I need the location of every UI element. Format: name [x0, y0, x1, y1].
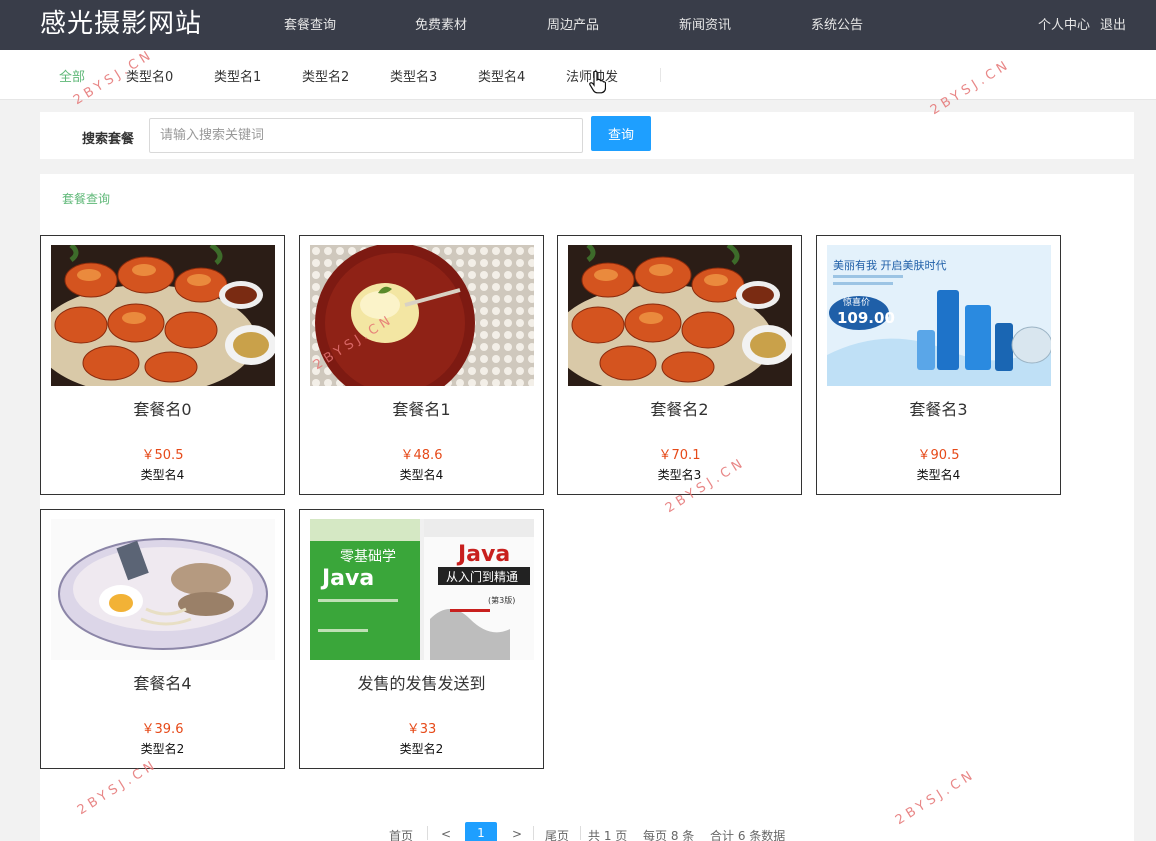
category-type4[interactable]: 类型名4: [478, 66, 525, 85]
nav-news[interactable]: 新闻资讯: [679, 14, 731, 33]
package-name[interactable]: 套餐名0: [41, 396, 284, 420]
nav-package-query[interactable]: 套餐查询: [284, 14, 336, 33]
pagination-divider: [580, 826, 581, 840]
pagination-total: 合计 6 条数据: [710, 829, 786, 841]
search-input[interactable]: [149, 118, 583, 153]
category-divider: [660, 68, 661, 82]
package-price: ￥50.5: [141, 448, 184, 463]
hand-cursor-icon: [589, 70, 606, 94]
package-image-crabs[interactable]: [51, 245, 275, 386]
category-type0[interactable]: 类型名0: [126, 66, 173, 85]
package-card[interactable]: 套餐名2 ￥70.1 类型名3: [557, 235, 802, 495]
pagination-current[interactable]: 1: [465, 822, 497, 841]
pagination-first[interactable]: 首页: [389, 827, 413, 841]
package-card[interactable]: 套餐名0 ￥50.5 类型名4: [40, 235, 285, 495]
pagination-divider: [533, 826, 534, 840]
package-type: 类型名3: [657, 468, 702, 482]
cosmetics-ad-price: 109.00: [837, 309, 895, 327]
package-name[interactable]: 套餐名2: [558, 396, 801, 420]
user-area: 个人中心 退出: [1038, 14, 1126, 33]
nav-free-materials[interactable]: 免费素材: [415, 14, 467, 33]
nav-announcements[interactable]: 系统公告: [811, 14, 863, 33]
package-image-books[interactable]: 零基础学 Java Java 从入门到精通 (第3版): [310, 519, 534, 660]
category-all[interactable]: 全部: [59, 66, 85, 85]
top-header: 感光摄影网站 套餐查询 免费素材 周边产品 新闻资讯 系统公告 个人中心 退出: [0, 0, 1156, 50]
nav-merchandise[interactable]: 周边产品: [547, 14, 599, 33]
package-image-cosmetics[interactable]: 美丽有我 开启美肤时代 惊喜价 109.00: [827, 245, 1051, 386]
book-edition: (第3版): [488, 595, 515, 605]
package-price: ￥70.1: [658, 448, 701, 463]
package-type: 类型名2: [399, 742, 444, 756]
category-type1[interactable]: 类型名1: [214, 66, 261, 85]
pagination-total-pages: 共 1 页: [588, 829, 628, 841]
pagination-divider: [427, 826, 428, 840]
category-type2[interactable]: 类型名2: [302, 66, 349, 85]
package-card[interactable]: 套餐名1 ￥48.6 类型名4: [299, 235, 544, 495]
pagination-prev[interactable]: <: [441, 827, 451, 841]
logout-link[interactable]: 退出: [1100, 14, 1126, 33]
package-image-crabs[interactable]: [568, 245, 792, 386]
pagination: 首页 < 1 > 尾页 共 1 页 每页 8 条 合计 6 条数据: [0, 822, 1156, 841]
pagination-next[interactable]: >: [512, 827, 522, 841]
package-price: ￥90.5: [917, 448, 960, 463]
package-name[interactable]: 发售的发售发送到: [300, 670, 543, 694]
package-price: ￥39.6: [141, 722, 184, 737]
section-title: 套餐查询: [62, 192, 111, 206]
cosmetics-ad-badge: 惊喜价: [843, 296, 870, 308]
package-price: ￥33: [406, 722, 437, 737]
package-type: 类型名4: [399, 468, 444, 482]
book-left-title: 零基础学: [340, 548, 396, 565]
package-card[interactable]: 美丽有我 开启美肤时代 惊喜价 109.00 套餐名3 ￥90.5 类型名4: [816, 235, 1061, 495]
package-price: ￥48.6: [400, 448, 443, 463]
package-image-ramen[interactable]: [51, 519, 275, 660]
pagination-last[interactable]: 尾页: [545, 827, 569, 841]
book-right-sub: 从入门到精通: [446, 569, 518, 584]
package-name[interactable]: 套餐名3: [817, 396, 1060, 420]
package-name[interactable]: 套餐名1: [300, 396, 543, 420]
search-button[interactable]: 查询: [591, 116, 651, 151]
book-left-main: Java: [320, 566, 374, 591]
pagination-per-page: 每页 8 条: [643, 829, 695, 841]
package-card[interactable]: 零基础学 Java Java 从入门到精通 (第3版) 发售的发售发送到 ￥33…: [299, 509, 544, 769]
package-card[interactable]: 套餐名4 ￥39.6 类型名2: [40, 509, 285, 769]
search-label: 搜索套餐: [82, 132, 135, 147]
package-name[interactable]: 套餐名4: [41, 670, 284, 694]
search-panel: 搜索套餐 查询: [40, 112, 1134, 159]
category-bar: 全部 类型名0 类型名1 类型名2 类型名3 类型名4 法师帅发: [0, 50, 1156, 100]
personal-center-link[interactable]: 个人中心: [1038, 14, 1090, 33]
package-type: 类型名2: [140, 742, 185, 756]
package-type: 类型名4: [916, 468, 961, 482]
site-logo[interactable]: 感光摄影网站: [40, 6, 202, 42]
category-type3[interactable]: 类型名3: [390, 66, 437, 85]
cosmetics-ad-text: 美丽有我 开启美肤时代: [833, 258, 947, 272]
package-image-dessert[interactable]: [310, 245, 534, 386]
package-type: 类型名4: [140, 468, 185, 482]
book-right-main: Java: [456, 542, 510, 567]
